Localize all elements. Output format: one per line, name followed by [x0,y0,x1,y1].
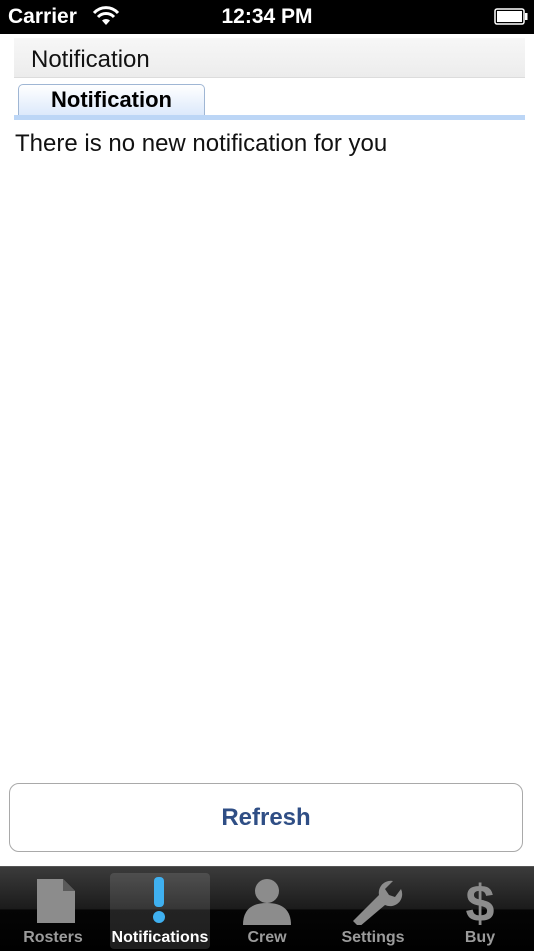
tab-bar-label: Buy [464,929,496,946]
content-area: Notification Notification There is no ne… [0,34,534,866]
tab-notification[interactable]: Notification [18,84,205,115]
tab-bar-item-settings[interactable]: Settings [323,873,423,949]
status-bar: Carrier 12:34 PM [0,0,534,34]
refresh-button[interactable]: Refresh [9,783,523,852]
wrench-icon [353,880,403,925]
tab-bar-item-notifications[interactable]: Notifications [110,873,210,949]
document-icon [37,879,75,923]
tab-bar: Rosters Notifications Crew Settings $ Bu… [0,866,534,951]
header-bar: Notification [14,38,525,78]
dollar-icon: $ [466,877,495,925]
tab-bar-label: Rosters [23,929,83,946]
page-title: Notification [31,46,150,73]
tab-bar-label: Settings [341,929,405,946]
tab-strip: Notification [14,84,525,120]
tab-bar-item-rosters[interactable]: Rosters [3,873,103,949]
tab-bar-item-crew[interactable]: Crew [217,873,317,949]
tab-bar-item-buy[interactable]: $ Buy [430,873,530,949]
tab-bar-label: Crew [247,929,287,946]
exclamation-icon [153,877,165,923]
battery-icon [494,8,528,25]
tab-underline [14,115,525,120]
tab-bar-label: Notifications [111,929,209,946]
status-time: 12:34 PM [221,5,313,28]
empty-message: There is no new notification for you [15,130,388,157]
person-icon [243,879,291,925]
svg-text:$: $ [466,877,495,925]
